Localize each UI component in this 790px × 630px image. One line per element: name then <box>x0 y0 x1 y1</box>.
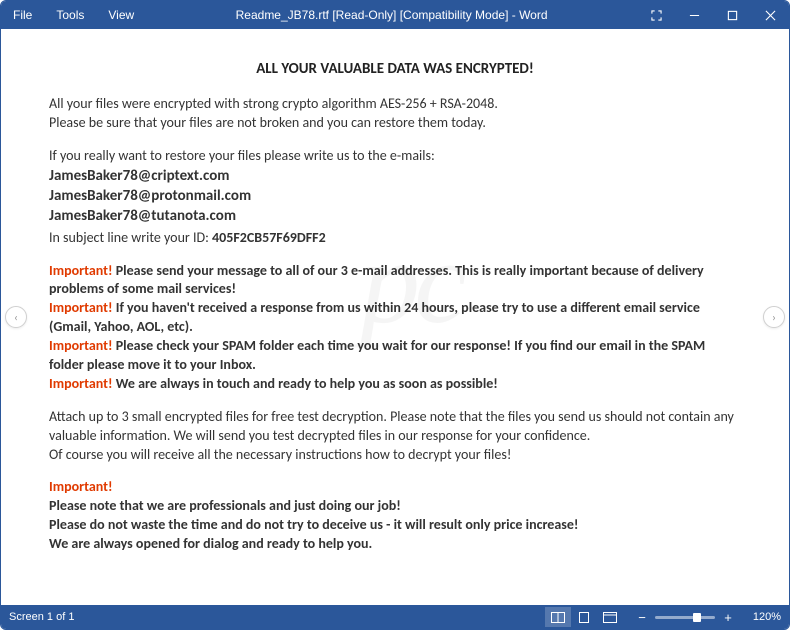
word-window: File Tools View Readme_JB78.rtf [Read-On… <box>0 0 790 630</box>
next-page-button[interactable]: › <box>763 306 785 328</box>
text: We are always in touch and ready to help… <box>113 375 498 392</box>
important-label: Important! <box>49 299 113 316</box>
email-2: JamesBaker78@protonmail.com <box>49 186 741 206</box>
text: All your files were encrypted with stron… <box>49 95 498 112</box>
maximize-icon <box>727 10 738 21</box>
chevron-right-icon: › <box>772 311 776 324</box>
email-1: JamesBaker78@criptext.com <box>49 166 741 186</box>
fullscreen-icon <box>651 10 662 21</box>
menu-file[interactable]: File <box>1 1 44 29</box>
view-web-layout[interactable] <box>597 607 623 627</box>
important-block: Important! Please send your message to a… <box>49 262 741 394</box>
read-mode-icon <box>551 612 565 623</box>
window-title: Readme_JB78.rtf [Read-Only] [Compatibili… <box>146 8 637 22</box>
text: In subject line write your ID: <box>49 229 212 246</box>
view-print-layout[interactable] <box>571 607 597 627</box>
menu-bar: File Tools View <box>1 1 146 29</box>
zoom-thumb[interactable] <box>693 613 701 622</box>
page-count[interactable]: Screen 1 of 1 <box>9 611 74 623</box>
window-controls <box>637 1 789 29</box>
page-heading: ALL YOUR VALUABLE DATA WAS ENCRYPTED! <box>49 59 741 79</box>
text: Please be sure that your files are not b… <box>49 114 486 131</box>
minimize-button[interactable] <box>675 1 713 29</box>
document-area: pc ‹ › ALL YOUR VALUABLE DATA WAS ENCRYP… <box>1 29 789 605</box>
text: Please do not waste the time and do not … <box>49 516 741 535</box>
prev-page-button[interactable]: ‹ <box>5 306 27 328</box>
print-layout-icon <box>577 612 591 623</box>
important-label: Important! <box>49 478 741 497</box>
important-label: Important! <box>49 262 113 279</box>
email-list: JamesBaker78@criptext.com JamesBaker78@p… <box>49 166 741 227</box>
text: Please send your message to all of our 3… <box>49 262 704 298</box>
id-line: In subject line write your ID: 405F2CB57… <box>49 229 741 248</box>
zoom-track[interactable] <box>655 616 715 619</box>
statusbar: Screen 1 of 1 − + 120% <box>1 605 789 629</box>
chevron-left-icon: ‹ <box>14 311 18 324</box>
email-3: JamesBaker78@tutanota.com <box>49 206 741 226</box>
attach-block: Attach up to 3 small encrypted files for… <box>49 408 741 465</box>
id-value: 405F2CB57F69DFF2 <box>212 229 326 246</box>
close-icon <box>765 10 776 21</box>
titlebar: File Tools View Readme_JB78.rtf [Read-On… <box>1 1 789 29</box>
important-label: Important! <box>49 337 113 354</box>
zoom-out-button[interactable]: − <box>635 610 649 624</box>
text: Of course you will receive all the neces… <box>49 446 511 463</box>
text: If you haven't received a response from … <box>49 299 700 335</box>
zoom-percent[interactable]: 120% <box>747 611 781 623</box>
view-mode-buttons <box>545 607 623 627</box>
web-layout-icon <box>603 612 617 623</box>
menu-view[interactable]: View <box>96 1 146 29</box>
fullscreen-button[interactable] <box>637 1 675 29</box>
zoom-in-button[interactable]: + <box>721 610 735 624</box>
view-read-mode[interactable] <box>545 607 571 627</box>
menu-tools[interactable]: Tools <box>44 1 96 29</box>
document-page: ALL YOUR VALUABLE DATA WAS ENCRYPTED! Al… <box>1 29 789 574</box>
text: Please check your SPAM folder each time … <box>49 337 705 373</box>
minimize-icon <box>689 10 700 21</box>
text: We are always opened for dialog and read… <box>49 535 741 554</box>
maximize-button[interactable] <box>713 1 751 29</box>
close-button[interactable] <box>751 1 789 29</box>
intro-paragraph: All your files were encrypted with stron… <box>49 95 741 133</box>
text: Please note that we are professionals an… <box>49 497 741 516</box>
important-label: Important! <box>49 375 113 392</box>
zoom-slider: − + <box>635 610 735 624</box>
restore-line: If you really want to restore your files… <box>49 147 741 166</box>
text: Attach up to 3 small encrypted files for… <box>49 408 734 444</box>
closing-block: Important! Please note that we are profe… <box>49 478 741 554</box>
